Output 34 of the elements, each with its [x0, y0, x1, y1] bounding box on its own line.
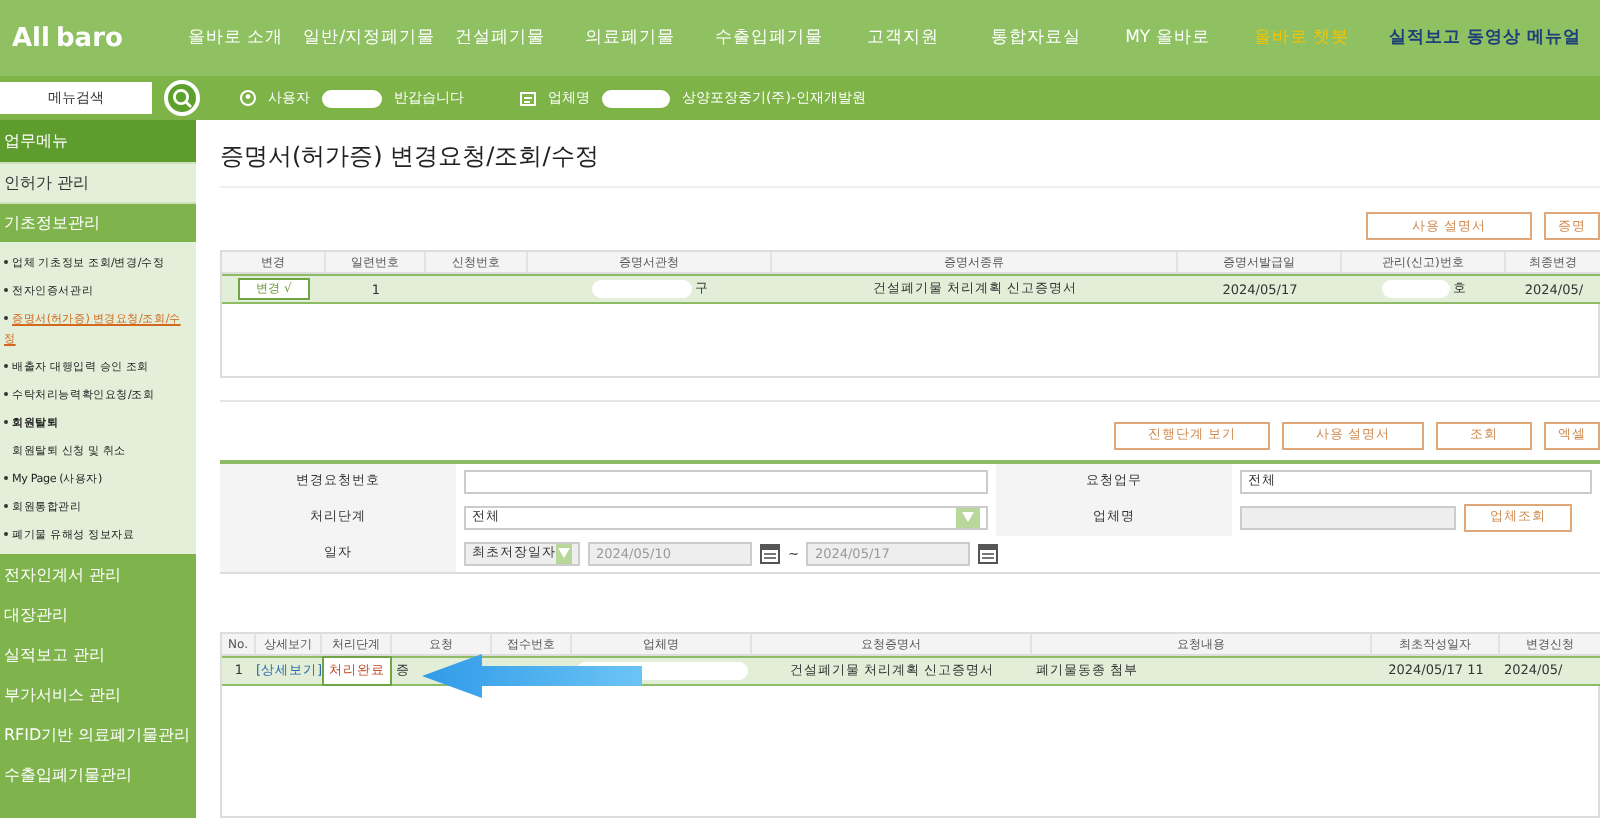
redaction-blob: [591, 280, 691, 298]
redaction-blob: [602, 89, 670, 107]
nav-link[interactable]: 실적보고 동영상 메뉴얼: [1389, 26, 1581, 50]
nav-link[interactable]: 통합자료실: [991, 26, 1082, 50]
redaction-blob: [322, 89, 382, 107]
calendar-icon[interactable]: [978, 542, 999, 565]
sidebar-section[interactable]: 전자인계서 관리: [0, 554, 196, 594]
sidebar-section[interactable]: 부가서비스 관리: [0, 674, 196, 714]
id-card-icon: [520, 91, 536, 105]
logo: All baro: [12, 23, 125, 53]
sidebar-section[interactable]: RFID기반 의료폐기물관리: [0, 714, 196, 754]
sidebar-header: 업무메뉴: [0, 120, 196, 162]
search-icon: [172, 88, 192, 108]
nav-link[interactable]: 고객지원: [867, 26, 940, 50]
nav-link[interactable]: 수출입폐기물: [715, 26, 824, 50]
request-number-field[interactable]: [464, 469, 988, 494]
redaction-blob: [1381, 280, 1449, 298]
sidebar-section[interactable]: 기초정보관리: [0, 202, 196, 242]
company-field[interactable]: [1240, 505, 1456, 530]
nav-link[interactable]: 의료폐기물: [585, 26, 676, 50]
nav-link[interactable]: 건설폐기물: [455, 26, 546, 50]
nav-link[interactable]: 일반/지정폐기물: [303, 26, 436, 50]
sidebar-section[interactable]: 실적보고 관리: [0, 634, 196, 674]
calendar-icon[interactable]: [760, 542, 780, 565]
page-title: 증명서(허가증) 변경요청/조회/수정: [220, 140, 1600, 188]
dropdown-caret-icon[interactable]: [556, 543, 572, 564]
sidebar-section[interactable]: 인허가 관리: [0, 162, 196, 202]
nav-link[interactable]: 올바로 소개: [188, 26, 284, 50]
sidebar-section[interactable]: 수출입폐기물관리: [0, 754, 196, 794]
search-button[interactable]: [164, 80, 200, 116]
dropdown-caret-icon[interactable]: [956, 507, 980, 528]
nav-link[interactable]: MY 올바로: [1125, 26, 1210, 50]
sidebar-section[interactable]: 대장관리: [0, 594, 196, 634]
user-icon: [240, 90, 256, 106]
